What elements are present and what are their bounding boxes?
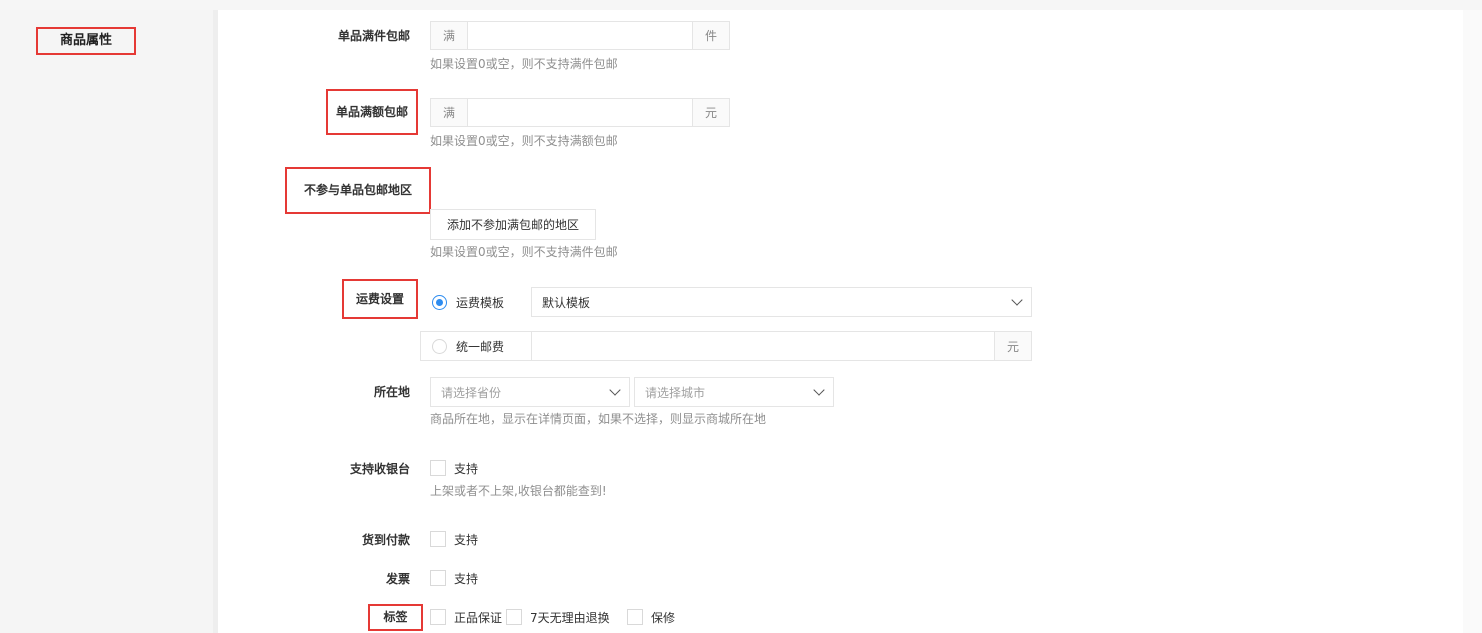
tag-checkbox-genuine[interactable] bbox=[430, 609, 446, 625]
shipping-label: 运费设置 bbox=[342, 279, 418, 319]
add-excluded-region-button[interactable]: 添加不参加满包邮的地区 bbox=[430, 209, 596, 240]
chevron-down-icon bbox=[609, 384, 621, 396]
cashier-label: 支持收银台 bbox=[349, 462, 410, 476]
radio-unchecked-icon[interactable] bbox=[432, 338, 447, 354]
location-help: 商品所在地，显示在详情页面，如果不选择，则显示商城所在地 bbox=[430, 412, 767, 426]
cashier-help: 上架或者不上架,收银台都能查到! bbox=[430, 484, 607, 498]
uniform-postage-group: 统一邮费 元 bbox=[420, 331, 1032, 361]
shipping-template-option[interactable]: 运费模板 bbox=[432, 287, 504, 317]
free-ship-amount-help: 如果设置0或空，则不支持满额包邮 bbox=[430, 134, 618, 148]
tag-label-genuine: 正品保证 bbox=[454, 611, 503, 625]
shipping-template-select[interactable]: 默认模板 bbox=[531, 287, 1032, 317]
city-placeholder: 请选择城市 bbox=[645, 385, 706, 400]
uniform-postage-label: 统一邮费 bbox=[456, 339, 505, 354]
cod-label: 货到付款 bbox=[361, 533, 410, 547]
invoice-option-label: 支持 bbox=[454, 572, 479, 586]
invoice-checkbox[interactable] bbox=[430, 570, 446, 586]
cashier-option-label: 支持 bbox=[454, 462, 479, 476]
province-placeholder: 请选择省份 bbox=[441, 385, 502, 400]
excluded-regions-help: 如果设置0或空，则不支持满件包邮 bbox=[430, 245, 618, 259]
free-ship-count-prefix: 满 bbox=[431, 22, 468, 49]
cod-option-label: 支持 bbox=[454, 533, 479, 547]
shipping-template-label: 运费模板 bbox=[456, 295, 505, 310]
panel-divider bbox=[213, 10, 218, 633]
tags-label: 标签 bbox=[368, 604, 423, 631]
province-select[interactable]: 请选择省份 bbox=[430, 377, 630, 407]
right-edge bbox=[1463, 10, 1482, 633]
top-strip bbox=[0, 0, 1482, 10]
free-ship-amount-label: 单品满额包邮 bbox=[326, 89, 418, 135]
free-ship-count-label: 单品满件包邮 bbox=[337, 29, 410, 43]
uniform-postage-suffix: 元 bbox=[994, 332, 1031, 360]
sidebar bbox=[0, 10, 213, 633]
uniform-postage-option[interactable]: 统一邮费 bbox=[421, 332, 532, 360]
city-select[interactable]: 请选择城市 bbox=[634, 377, 834, 407]
tag-label-return: 7天无理由退换 bbox=[530, 611, 610, 625]
free-ship-amount-prefix: 满 bbox=[431, 99, 468, 126]
chevron-down-icon bbox=[813, 384, 825, 396]
free-ship-amount-input[interactable] bbox=[468, 99, 692, 126]
uniform-postage-input[interactable] bbox=[532, 332, 994, 360]
shipping-template-value: 默认模板 bbox=[542, 295, 591, 310]
tag-checkbox-return[interactable] bbox=[506, 609, 522, 625]
cashier-checkbox[interactable] bbox=[430, 460, 446, 476]
tag-label-warranty: 保修 bbox=[651, 611, 676, 625]
free-ship-count-suffix: 件 bbox=[692, 22, 729, 49]
radio-checked-icon[interactable] bbox=[432, 294, 447, 310]
chevron-down-icon bbox=[1011, 294, 1023, 306]
free-ship-count-help: 如果设置0或空，则不支持满件包邮 bbox=[430, 57, 618, 71]
section-title: 商品属性 bbox=[36, 27, 136, 55]
cod-checkbox[interactable] bbox=[430, 531, 446, 547]
free-ship-count-input[interactable] bbox=[468, 22, 692, 49]
tag-checkbox-warranty[interactable] bbox=[627, 609, 643, 625]
free-ship-amount-group: 满 元 bbox=[430, 98, 730, 127]
free-ship-count-group: 满 件 bbox=[430, 21, 730, 50]
excluded-regions-label: 不参与单品包邮地区 bbox=[285, 167, 431, 214]
location-label: 所在地 bbox=[373, 385, 410, 399]
invoice-label: 发票 bbox=[385, 572, 410, 586]
free-ship-amount-suffix: 元 bbox=[692, 99, 729, 126]
